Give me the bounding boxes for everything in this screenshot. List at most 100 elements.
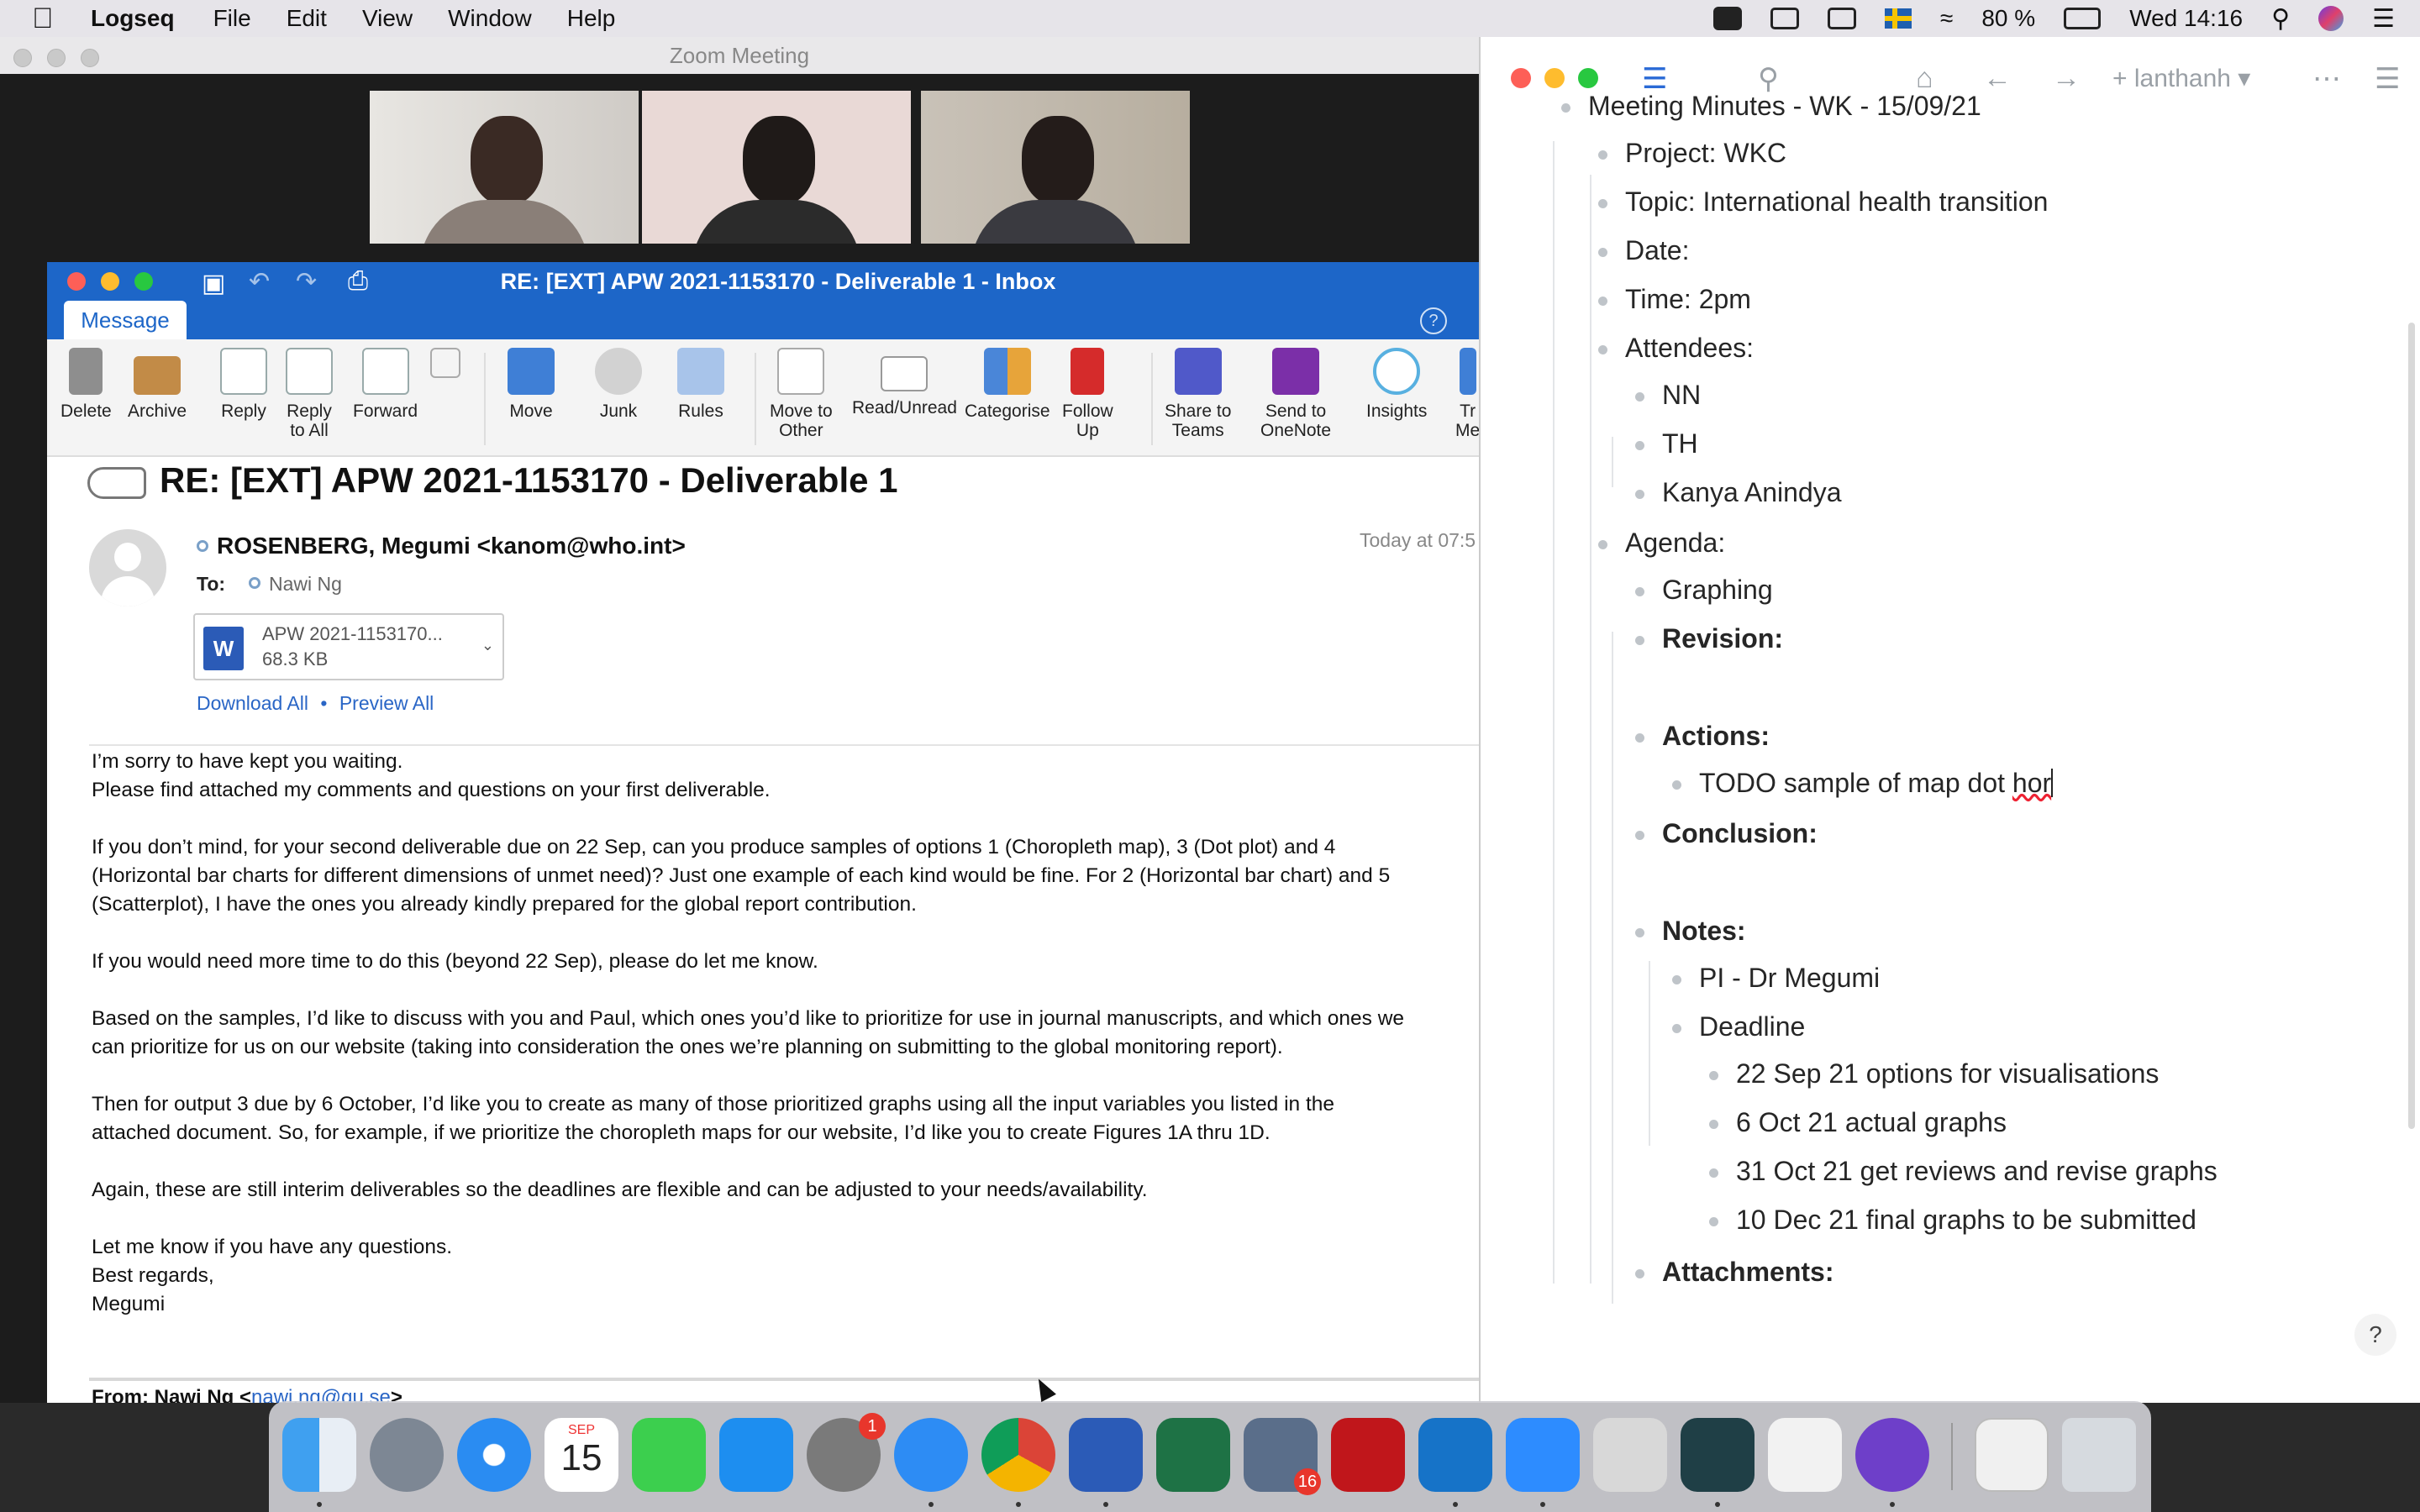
- menu-edit[interactable]: Edit: [287, 5, 327, 32]
- new-page-button[interactable]: + lanthanh ▾: [2112, 64, 2250, 93]
- chrome-icon[interactable]: [981, 1418, 1055, 1492]
- calendar-icon[interactable]: SEP 15: [544, 1418, 618, 1492]
- battery-percent[interactable]: 80 %: [1981, 5, 2035, 32]
- block-graphing[interactable]: Graphing: [1635, 575, 1773, 606]
- block-pi[interactable]: PI - Dr Megumi: [1672, 963, 1880, 994]
- block-title[interactable]: Meeting Minutes - WK - 15/09/21: [1561, 91, 1981, 122]
- forward-arrow-icon[interactable]: →: [2052, 62, 2081, 95]
- spotlight-search-icon[interactable]: ⚲: [2271, 4, 2290, 34]
- mail-sender[interactable]: ROSENBERG, Megumi <kanom@who.int>: [197, 533, 686, 559]
- block-deadline-item[interactable]: 10 Dec 21 final graphs to be submitted: [1709, 1205, 2196, 1236]
- delete-button[interactable]: Delete: [60, 348, 112, 421]
- forward-button[interactable]: Forward: [353, 348, 418, 421]
- move-to-other-button[interactable]: Move to Other: [770, 348, 833, 440]
- menu-view[interactable]: View: [362, 5, 413, 32]
- siri-icon[interactable]: [2318, 6, 2344, 31]
- menu-window[interactable]: Window: [448, 5, 532, 32]
- finder-icon[interactable]: [282, 1418, 356, 1492]
- control-center-icon[interactable]: ☰: [2372, 4, 2395, 34]
- block-attendee[interactable]: NN: [1635, 380, 1701, 411]
- zoom-icon[interactable]: [1506, 1418, 1580, 1492]
- block-attachments[interactable]: Attachments:: [1635, 1257, 1833, 1288]
- tab-message[interactable]: Message: [64, 301, 187, 339]
- bullet-icon[interactable]: [1635, 831, 1644, 840]
- block-attendee[interactable]: Kanya Anindya: [1635, 477, 1842, 508]
- attachment-card[interactable]: W APW 2021-1153170... 68.3 KB ⌄: [193, 613, 504, 680]
- display-icon[interactable]: [1827, 8, 1856, 29]
- menu-app-name[interactable]: Logseq: [91, 5, 175, 32]
- block-todo-editing[interactable]: TODO sample of map dot hor: [1672, 768, 2054, 799]
- bullet-icon[interactable]: [1635, 733, 1644, 743]
- block-date[interactable]: Date:: [1598, 235, 1689, 266]
- video-tile-active-speaker[interactable]: [642, 91, 911, 244]
- acrobat-icon[interactable]: [1331, 1418, 1405, 1492]
- bullet-icon[interactable]: [1672, 780, 1681, 790]
- block-notes[interactable]: Notes:: [1635, 916, 1746, 947]
- menu-file[interactable]: File: [213, 5, 251, 32]
- junk-button[interactable]: Junk: [595, 348, 642, 421]
- bullet-icon[interactable]: [1635, 1269, 1644, 1278]
- block-agenda[interactable]: Agenda:: [1598, 528, 1725, 559]
- download-all-link[interactable]: Download All: [197, 692, 308, 714]
- share-to-teams-button[interactable]: Share to Teams: [1165, 348, 1231, 440]
- block-topic[interactable]: Topic: International health transition: [1598, 186, 2048, 218]
- block-deadline-item[interactable]: 22 Sep 21 options for visualisations: [1709, 1058, 2159, 1089]
- menu-help[interactable]: Help: [567, 5, 616, 32]
- bullet-icon[interactable]: [1672, 1024, 1681, 1033]
- trash-icon[interactable]: [2062, 1418, 2136, 1492]
- logseq-minimize-button[interactable]: [1544, 68, 1565, 88]
- bullet-icon[interactable]: [1598, 297, 1607, 306]
- help-icon[interactable]: ?: [1420, 307, 1447, 334]
- archive-button[interactable]: Archive: [128, 348, 187, 421]
- block-revision[interactable]: Revision:: [1635, 623, 1783, 654]
- block-conclusion[interactable]: Conclusion:: [1635, 818, 1818, 849]
- bullet-icon[interactable]: [1635, 490, 1644, 499]
- word-icon[interactable]: [1069, 1418, 1143, 1492]
- logseq-maximize-button[interactable]: [1578, 68, 1598, 88]
- launchpad-rocket-icon[interactable]: [370, 1418, 444, 1492]
- bullet-icon[interactable]: [1672, 975, 1681, 984]
- back-arrow-icon[interactable]: ←: [1983, 62, 2012, 95]
- wifi-icon[interactable]: ≈: [1940, 5, 1953, 32]
- notes-status-icon[interactable]: [1770, 8, 1799, 29]
- bullet-icon[interactable]: [1709, 1168, 1718, 1178]
- minimized-document-icon[interactable]: [1975, 1418, 2049, 1492]
- to-recipient[interactable]: Nawi Ng: [249, 573, 342, 596]
- bullet-icon[interactable]: [1635, 392, 1644, 402]
- bullet-icon[interactable]: [1598, 150, 1607, 160]
- logseq-help-button[interactable]: ?: [2354, 1314, 2396, 1356]
- menu-clock[interactable]: Wed 14:16: [2129, 5, 2243, 32]
- excel-icon[interactable]: [1156, 1418, 1230, 1492]
- move-button[interactable]: Move: [508, 348, 555, 421]
- more-options-icon[interactable]: ⋯: [2312, 62, 2341, 96]
- video-tile-participant-3[interactable]: [921, 91, 1190, 244]
- right-sidebar-toggle-icon[interactable]: ☰: [2375, 62, 2400, 96]
- input-source-flag-icon[interactable]: [1884, 8, 1912, 29]
- bullet-icon[interactable]: [1635, 587, 1644, 596]
- bullet-icon[interactable]: [1709, 1071, 1718, 1080]
- zoom-close-button[interactable]: [13, 49, 32, 67]
- reply-button[interactable]: Reply: [220, 348, 267, 421]
- block-attendees[interactable]: Attendees:: [1598, 333, 1754, 364]
- block-deadline-item[interactable]: 6 Oct 21 actual graphs: [1709, 1107, 2007, 1138]
- block-deadline[interactable]: Deadline: [1672, 1011, 1805, 1042]
- block-time[interactable]: Time: 2pm: [1598, 284, 1751, 315]
- preview-all-link[interactable]: Preview All: [339, 692, 434, 714]
- block-project[interactable]: Project: WKC: [1598, 138, 1786, 169]
- bullet-icon[interactable]: [1598, 345, 1607, 354]
- quoted-email-link[interactable]: nawi.ng@gu.se: [251, 1386, 391, 1403]
- block-deadline-item[interactable]: 31 Oct 21 get reviews and revise graphs: [1709, 1156, 2217, 1187]
- github-desktop-icon[interactable]: [1855, 1418, 1929, 1492]
- insights-button[interactable]: Insights: [1366, 348, 1427, 421]
- bullet-icon[interactable]: [1709, 1217, 1718, 1226]
- safari-icon[interactable]: [457, 1418, 531, 1492]
- bullet-icon[interactable]: [1598, 540, 1607, 549]
- rules-button[interactable]: Rules: [677, 348, 724, 421]
- apple-icon[interactable]: : [32, 3, 72, 35]
- outlook-icon[interactable]: [1418, 1418, 1492, 1492]
- app-store-icon[interactable]: [719, 1418, 793, 1492]
- bullet-icon[interactable]: [1598, 199, 1607, 208]
- block-actions[interactable]: Actions:: [1635, 721, 1770, 752]
- logseq-icon[interactable]: [1681, 1418, 1754, 1492]
- clickup-icon[interactable]: [1768, 1418, 1842, 1492]
